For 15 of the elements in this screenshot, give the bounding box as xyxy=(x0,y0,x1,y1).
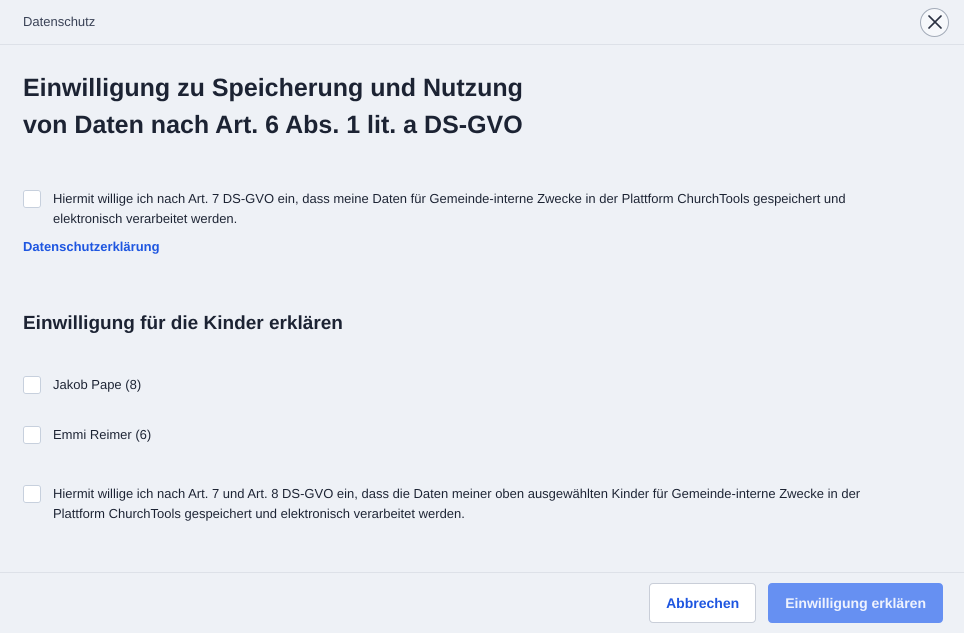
close-icon xyxy=(928,15,942,29)
child-name: Emmi Reimer (6) xyxy=(53,426,152,444)
child-name: Jakob Pape (8) xyxy=(53,376,142,394)
dialog-heading: Einwilligung zu Speicherung und Nutzung von Daten nach Art. 6 Abs. 1 lit. a DS-GVO xyxy=(23,73,523,141)
checkbox[interactable] xyxy=(23,190,41,208)
checkbox[interactable] xyxy=(23,485,41,503)
checkbox[interactable] xyxy=(23,376,41,394)
dialog-title: Datenschutz xyxy=(23,13,96,32)
cancel-button[interactable]: Abbrechen xyxy=(649,583,756,623)
children-consent-text: Hiermit willige ich nach Art. 7 und Art. 8 DS-GVO ein, dass die Daten meiner oben ausgewählten Kinder für Gemeinde-interne Zwecke in der Plattform ChurchTools gespeichert und elektronisch verarbeitet werden. xyxy=(53,485,862,523)
consent-text: Hiermit willige ich nach Art. 7 DS-GVO ein, dass meine Daten für Gemeinde-interne Zwecke in der Plattform ChurchTools gespeichert und elektronisch verarbeitet werden. xyxy=(53,190,847,228)
close-button[interactable] xyxy=(920,8,949,36)
section-heading: Einwilligung für die Kinder erklären xyxy=(23,312,343,336)
privacy-link[interactable]: Datenschutzerklärung xyxy=(23,237,160,257)
checkbox[interactable] xyxy=(23,426,41,444)
